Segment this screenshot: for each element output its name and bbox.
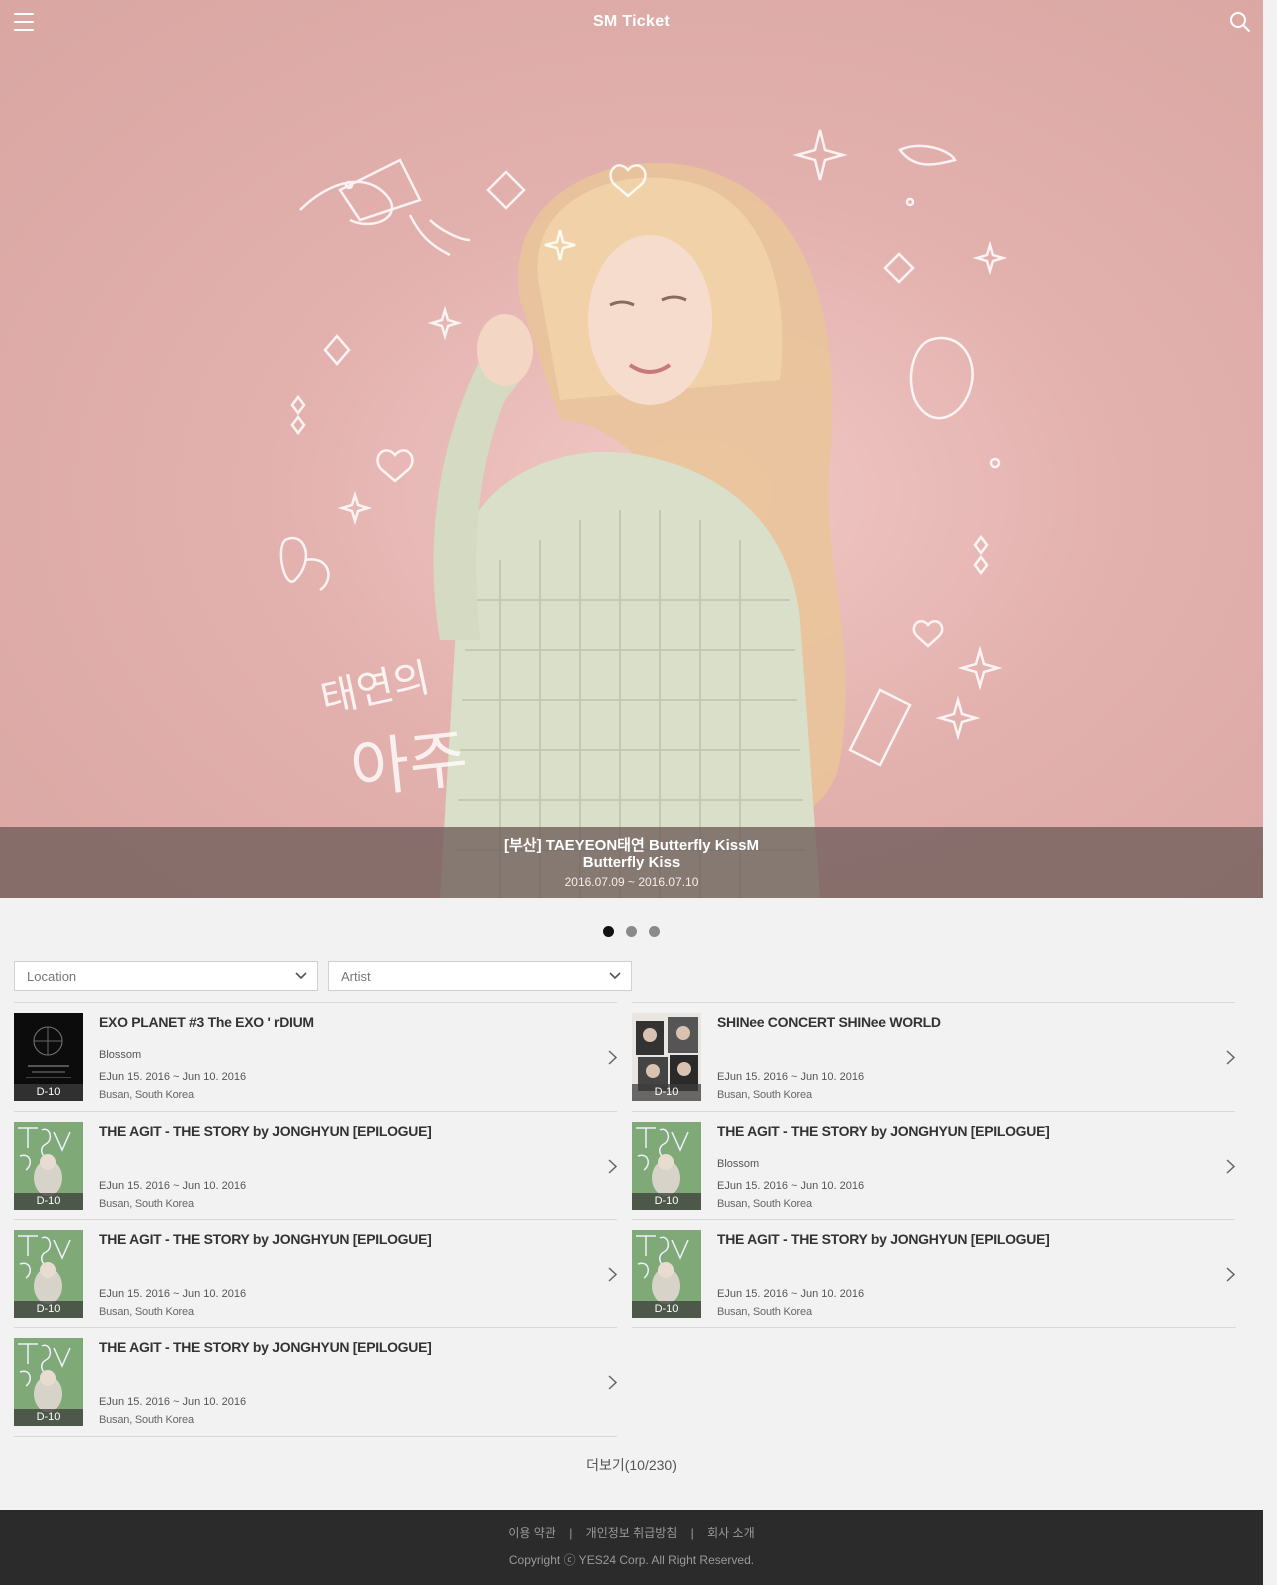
- app-title: SM Ticket: [592, 13, 671, 30]
- event-date: EJun 15. 2016 ~ Jun 10. 2016: [717, 1071, 865, 1083]
- event-list-item[interactable]: D-10 THE AGIT - THE STORY by JONGHYUN [E…: [14, 1327, 617, 1436]
- svg-text:태연의: 태연의: [317, 655, 435, 723]
- event-list-item[interactable]: D-10 THE AGIT - THE STORY by JONGHYUN [E…: [14, 1111, 617, 1220]
- event-title: THE AGIT - THE STORY by JONGHYUN [EPILOG…: [717, 1231, 1050, 1247]
- event-poster: D-10: [14, 1338, 83, 1426]
- event-date: EJun 15. 2016 ~ Jun 10. 2016: [99, 1288, 247, 1300]
- footer-separator: |: [690, 1526, 694, 1540]
- event-poster: D-10: [632, 1122, 701, 1210]
- copyright-text: Copyright ⓒ YES24 Corp. All Right Reserv…: [508, 1553, 755, 1567]
- event-date: EJun 15. 2016 ~ Jun 10. 2016: [99, 1396, 247, 1408]
- chevron-right-icon: [1226, 1050, 1235, 1065]
- footer-links: 이용 약관 | 개인정보 취급방침 | 회사 소개: [0, 1524, 1263, 1541]
- top-bar: SM Ticket: [0, 0, 1263, 44]
- event-poster: D-10: [632, 1230, 701, 1318]
- event-date: EJun 15. 2016 ~ Jun 10. 2016: [99, 1071, 247, 1083]
- event-title: EXO PLANET #3 The EXO ' rDIUM: [99, 1014, 314, 1030]
- event-location: Busan, South Korea: [99, 1089, 194, 1101]
- event-location: Busan, South Korea: [99, 1198, 194, 1210]
- hero-artwork: 태연의 아주: [279, 129, 1008, 898]
- event-date: EJun 15. 2016 ~ Jun 10. 2016: [717, 1180, 865, 1192]
- chevron-right-icon: [608, 1267, 617, 1282]
- dday-badge: D-10: [14, 1409, 83, 1426]
- event-location: Busan, South Korea: [717, 1306, 812, 1318]
- chevron-right-icon: [608, 1375, 617, 1390]
- hamburger-menu-icon[interactable]: [14, 13, 34, 31]
- hero-caption[interactable]: [부산] TAEYEON태연 Butterfly KissM Butterfly…: [0, 827, 1263, 898]
- carousel-dot-1[interactable]: [603, 926, 614, 937]
- event-date: EJun 15. 2016 ~ Jun 10. 2016: [99, 1180, 247, 1192]
- dday-badge: D-10: [14, 1084, 83, 1101]
- chevron-right-icon: [608, 1159, 617, 1174]
- event-title: THE AGIT - THE STORY by JONGHYUN [EPILOG…: [99, 1123, 432, 1139]
- event-list-item[interactable]: D-10 THE AGIT - THE STORY by JONGHYUN [E…: [14, 1219, 617, 1328]
- event-list-item[interactable]: D-10 SHINee CONCERT SHINee WORLD EJun 15…: [632, 1002, 1235, 1111]
- event-title: SHINee CONCERT SHINee WORLD: [717, 1014, 941, 1030]
- event-location: Busan, South Korea: [717, 1198, 812, 1210]
- svg-text:아주: 아주: [347, 722, 472, 808]
- hero-title-line1: [부산] TAEYEON태연 Butterfly KissM: [504, 837, 759, 854]
- carousel-pager: [0, 926, 1263, 937]
- event-poster: D-10: [14, 1122, 83, 1210]
- privacy-policy-link[interactable]: 개인정보 취급방침: [586, 1526, 678, 1540]
- location-select-label: Location: [27, 968, 77, 984]
- dday-badge: D-10: [632, 1193, 701, 1210]
- footer-separator: |: [569, 1526, 573, 1540]
- list-divider: [632, 1327, 1236, 1328]
- event-list-item[interactable]: D-10 THE AGIT - THE STORY by JONGHYUN [E…: [632, 1111, 1235, 1220]
- event-title: THE AGIT - THE STORY by JONGHYUN [EPILOG…: [717, 1123, 1050, 1139]
- hero-date-range: 2016.07.09 ~ 2016.07.10: [564, 875, 699, 889]
- chevron-down-icon: [609, 972, 621, 980]
- event-list-item[interactable]: D-10 EXO PLANET #3 The EXO ' rDIUM Bloss…: [14, 1002, 617, 1111]
- list-divider: [14, 1436, 617, 1437]
- event-poster: D-10: [14, 1013, 83, 1101]
- artist-select[interactable]: Artist: [328, 961, 632, 991]
- scrollbar-track: [1263, 0, 1277, 1585]
- hero-banner[interactable]: 태연의 아주 SM Ticket [부산] TAEYEON태연 Butterfl…: [0, 0, 1263, 898]
- event-poster: D-10: [14, 1230, 83, 1318]
- dday-badge: D-10: [14, 1193, 83, 1210]
- chevron-right-icon: [1226, 1267, 1235, 1282]
- event-location: Busan, South Korea: [717, 1089, 812, 1101]
- chevron-right-icon: [608, 1050, 617, 1065]
- event-title: THE AGIT - THE STORY by JONGHYUN [EPILOG…: [99, 1339, 432, 1355]
- event-date: EJun 15. 2016 ~ Jun 10. 2016: [717, 1288, 865, 1300]
- chevron-right-icon: [1226, 1159, 1235, 1174]
- event-location: Busan, South Korea: [99, 1414, 194, 1426]
- location-select[interactable]: Location: [14, 961, 318, 991]
- event-subtitle: Blossom: [99, 1049, 142, 1061]
- carousel-dot-2[interactable]: [626, 926, 637, 937]
- load-more-button[interactable]: 더보기(10/230): [0, 1455, 1263, 1475]
- event-poster: D-10: [632, 1013, 701, 1101]
- dday-badge: D-10: [632, 1301, 701, 1318]
- search-icon[interactable]: [1229, 11, 1251, 33]
- terms-link[interactable]: 이용 약관: [508, 1526, 556, 1540]
- event-title: THE AGIT - THE STORY by JONGHYUN [EPILOG…: [99, 1231, 432, 1247]
- event-location: Busan, South Korea: [99, 1306, 194, 1318]
- company-info-link[interactable]: 회사 소개: [707, 1526, 755, 1540]
- artist-select-label: Artist: [341, 968, 371, 984]
- chevron-down-icon: [295, 972, 307, 980]
- event-subtitle: Blossom: [717, 1158, 760, 1170]
- carousel-dot-3[interactable]: [649, 926, 660, 937]
- dday-badge: D-10: [14, 1301, 83, 1318]
- event-list-item[interactable]: D-10 THE AGIT - THE STORY by JONGHYUN [E…: [632, 1219, 1235, 1328]
- hero-title-line2: Butterfly Kiss: [582, 854, 681, 871]
- dday-badge: D-10: [632, 1084, 701, 1101]
- footer: 이용 약관 | 개인정보 취급방침 | 회사 소개 Copyright ⓒ YE…: [0, 1510, 1263, 1585]
